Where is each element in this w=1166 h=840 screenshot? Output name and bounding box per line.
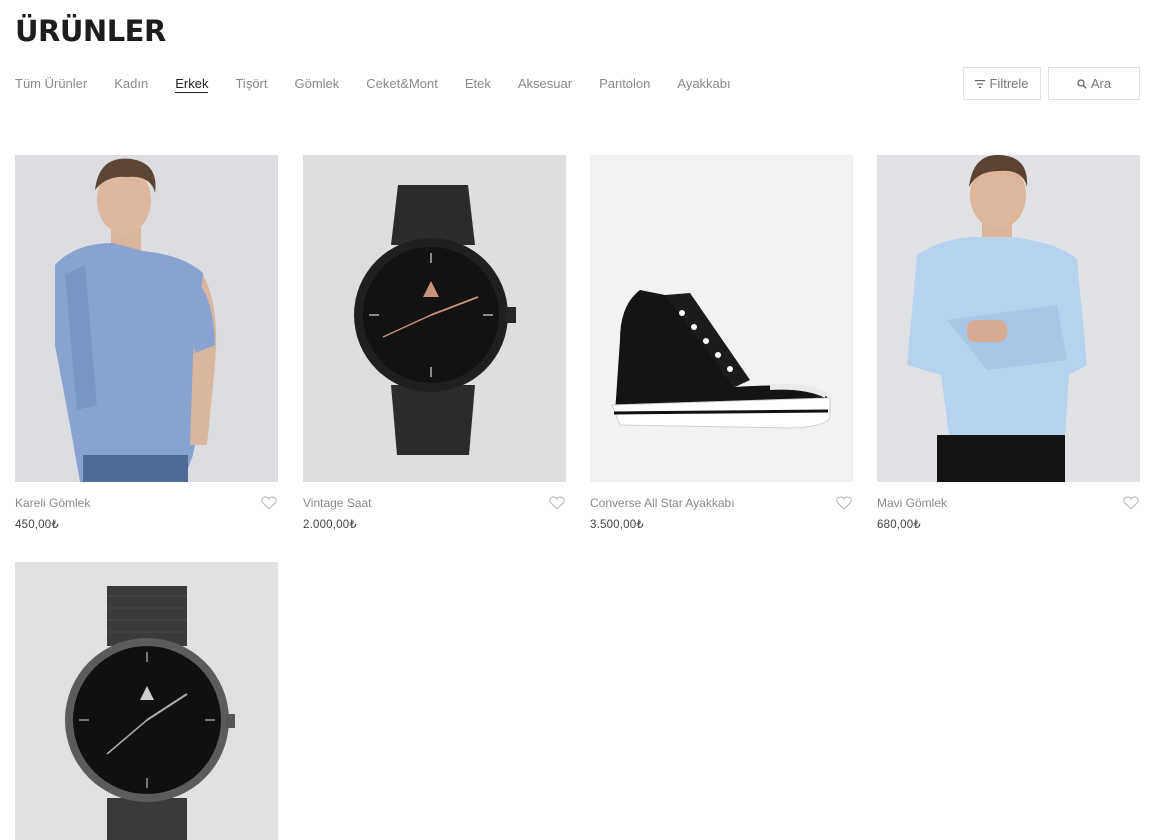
product-name-row: Mavi Gömlek — [877, 495, 1140, 511]
product-price: 680,00₺ — [877, 519, 921, 531]
heart-icon[interactable] — [1123, 496, 1139, 510]
heart-icon[interactable] — [836, 496, 852, 510]
product-price: 3.500,00₺ — [590, 519, 644, 531]
product-image-man-blue-shirt[interactable] — [877, 155, 1140, 482]
product-name[interactable]: Kareli Gömlek — [15, 496, 90, 510]
heart-icon[interactable] — [261, 496, 277, 510]
product-image-mesh-watch[interactable] — [15, 562, 278, 840]
category-shirt[interactable]: Gömlek — [295, 76, 340, 93]
product-card[interactable] — [15, 562, 278, 840]
category-all[interactable]: Tüm Ürünler — [15, 76, 87, 93]
category-women[interactable]: Kadın — [114, 76, 148, 93]
product-price: 2.000,00₺ — [303, 519, 357, 531]
category-tshirt[interactable]: Tişört — [235, 76, 267, 93]
search-label: Ara — [1090, 76, 1112, 91]
category-jacket-coat[interactable]: Ceket&Mont — [366, 76, 438, 93]
toolbar: Filtrele Ara — [963, 67, 1140, 100]
product-image-man-checked-shirt[interactable] — [15, 155, 278, 482]
product-name-row: Vintage Saat — [303, 495, 566, 511]
product-listing-page: ÜRÜNLER Tüm Ürünler Kadın Erkek Tişört G… — [0, 0, 1166, 840]
filter-icon — [975, 79, 986, 88]
product-card[interactable]: Vintage Saat 2.000,00₺ — [303, 155, 566, 531]
product-card[interactable]: Mavi Gömlek 680,00₺ — [877, 155, 1140, 531]
category-skirt[interactable]: Etek — [465, 76, 491, 93]
filter-button[interactable]: Filtrele — [963, 67, 1041, 100]
category-pants[interactable]: Pantolon — [599, 76, 650, 93]
product-name-row: Converse All Star Ayakkabı — [590, 495, 853, 511]
search-icon — [1077, 78, 1087, 89]
product-name[interactable]: Mavi Gömlek — [877, 496, 947, 510]
category-accessory[interactable]: Aksesuar — [518, 76, 572, 93]
product-card[interactable]: Converse All Star Ayakkabı 3.500,00₺ — [590, 155, 853, 531]
page-title: ÜRÜNLER — [15, 14, 166, 48]
heart-icon[interactable] — [549, 496, 565, 510]
product-image-black-watch[interactable] — [303, 155, 566, 482]
product-name-row: Kareli Gömlek — [15, 495, 278, 511]
search-button[interactable]: Ara — [1048, 67, 1140, 100]
category-men[interactable]: Erkek — [175, 76, 209, 93]
product-name[interactable]: Converse All Star Ayakkabı — [590, 496, 735, 510]
category-shoes[interactable]: Ayakkabı — [677, 76, 730, 93]
product-price: 450,00₺ — [15, 519, 59, 531]
category-nav: Tüm Ürünler Kadın Erkek Tişört Gömlek Ce… — [15, 76, 758, 93]
product-image-black-sneaker[interactable] — [590, 155, 853, 482]
product-card[interactable]: Kareli Gömlek 450,00₺ — [15, 155, 278, 531]
filter-label: Filtrele — [989, 76, 1029, 91]
product-name[interactable]: Vintage Saat — [303, 496, 372, 510]
